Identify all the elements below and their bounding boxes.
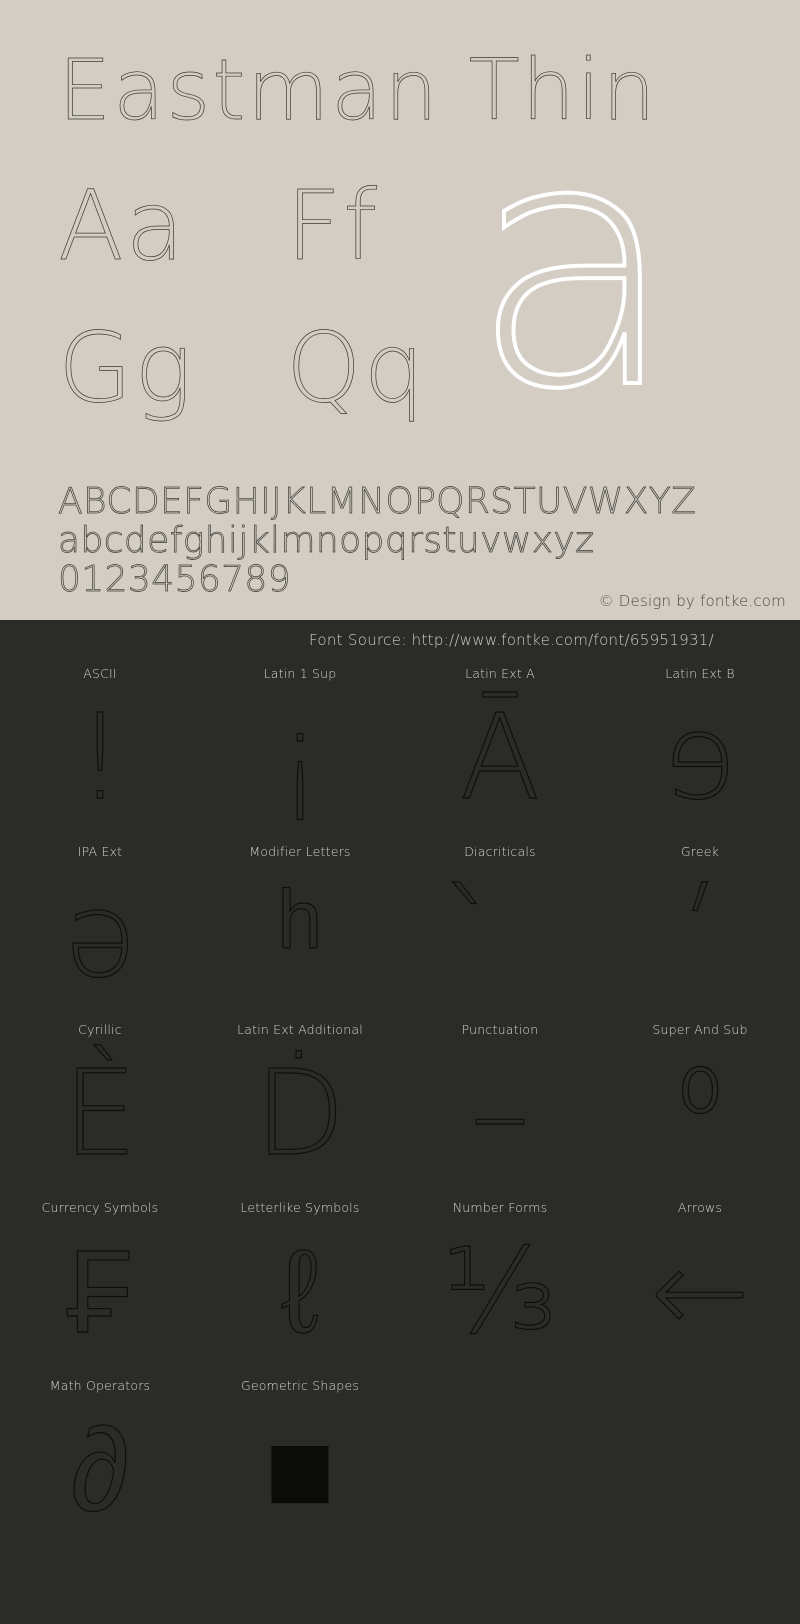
lowercase-alphabet: abcdefghijklmnopqrstuvwxyz: [58, 520, 595, 561]
sample-pair-ff: Ff: [286, 170, 380, 282]
sample-pair-aa: Aa: [58, 170, 187, 282]
unicode-block-glyph: –: [470, 1043, 530, 1182]
unicode-block-glyph: ʰ: [277, 865, 323, 1004]
unicode-block-cell: Currency Symbols ₣: [0, 1188, 200, 1366]
unicode-block-cell: Latin Ext B ɘ: [600, 654, 800, 832]
unicode-block-cell: Latin Ext A Ā: [400, 654, 600, 832]
unicode-block-label: Math Operators: [49, 1378, 151, 1393]
unicode-block-glyph: ə: [63, 865, 137, 1004]
unicode-block-label: Latin 1 Sup: [263, 666, 337, 681]
unicode-block-cell: [400, 1366, 600, 1544]
unicode-block-cell: IPA Ext ə: [0, 832, 200, 1010]
unicode-block-cell: Greek ʹ: [600, 832, 800, 1010]
unicode-block-label: Geometric Shapes: [240, 1378, 360, 1393]
unicode-block-cell: [600, 1366, 800, 1544]
sample-pair-gg: Gg: [58, 312, 194, 424]
unicode-block-glyph: ¡: [276, 687, 324, 826]
unicode-block-glyph: Ā: [459, 687, 541, 826]
unicode-block-label: Greek: [680, 844, 720, 859]
unicode-block-label: Punctuation: [461, 1022, 539, 1037]
unicode-block-glyph: ʹ: [683, 865, 717, 1004]
unicode-block-label: Currency Symbols: [41, 1200, 159, 1215]
unicode-block-glyph: ⅓: [442, 1221, 558, 1360]
font-source-link[interactable]: Font Source: http://www.fontke.com/font/…: [309, 631, 714, 649]
uppercase-alphabet: ABCDEFGHIJKLMNOPQRSTUVWXYZ: [58, 481, 697, 522]
unicode-block-glyph: Ḋ: [254, 1043, 346, 1182]
unicode-block-label: Cyrillic: [78, 1022, 122, 1037]
unicode-block-glyph: ɘ: [663, 687, 737, 826]
unicode-block-cell: Diacriticals̀: [400, 832, 600, 1010]
unicode-block-cell: Cyrillic Ѐ: [0, 1010, 200, 1188]
unicode-block-cell: ASCII!: [0, 654, 200, 832]
unicode-block-cell: Latin 1 Sup ¡: [200, 654, 400, 832]
sample-pair-qq: Qq: [286, 312, 427, 424]
unicode-block-cell: Punctuation –: [400, 1010, 600, 1188]
unicode-block-cell: Latin Ext Additional Ḋ: [200, 1010, 400, 1188]
unicode-block-cell: Modifier Letters ʰ: [200, 832, 400, 1010]
unicode-block-cell: Super And Sub ⁰: [600, 1010, 800, 1188]
unicode-block-glyph: ⁰: [676, 1043, 724, 1182]
unicode-block-label: Super And Sub: [652, 1022, 748, 1037]
unicode-block-label: Latin Ext Additional: [237, 1022, 363, 1037]
unicode-block-glyph: Ѐ: [62, 1043, 138, 1182]
unicode-block-cell: Arrows ←: [600, 1188, 800, 1366]
unicode-block-label: Modifier Letters: [249, 844, 351, 859]
font-name-title: Eastman Thin: [58, 41, 658, 139]
unicode-block-label: IPA Ext: [77, 844, 123, 859]
unicode-block-glyph: ←: [650, 1221, 750, 1360]
unicode-block-label: Letterlike Symbols: [240, 1200, 360, 1215]
unicode-block-cell: Geometric Shapes ■: [200, 1366, 400, 1544]
specimen-panel: Eastman Thin Aa Ff Gg Qq a ABCDEFGHIJKLM…: [0, 0, 800, 620]
watermark-glyph: a: [468, 68, 680, 464]
unicode-block-label: Latin Ext A: [465, 666, 535, 681]
unicode-block-glyph: ■: [264, 1400, 336, 1538]
unicode-block-cell: Math Operators ∂: [0, 1366, 200, 1544]
unicode-block-glyph: ₣: [67, 1221, 134, 1360]
unicode-block-glyph: ℓ: [280, 1221, 320, 1360]
unicode-block-grid: ASCII! Latin 1 Sup ¡ Latin Ext A Ā Latin Ext …: [0, 654, 800, 1544]
unicode-block-glyph: ̀: [400, 860, 600, 1010]
unicode-block-label: Number Forms: [452, 1200, 548, 1215]
unicode-block-cell: Letterlike Symbols ℓ: [200, 1188, 400, 1366]
unicode-block-glyph: ∂: [70, 1399, 130, 1538]
unicode-coverage-panel: Font Source: http://www.fontke.com/font/…: [0, 620, 800, 1624]
unicode-block-label: Diacriticals: [464, 844, 536, 859]
unicode-block-glyph: !: [76, 687, 124, 826]
unicode-block-label: Arrows: [677, 1200, 723, 1215]
unicode-block-cell: Number Forms ⅓: [400, 1188, 600, 1366]
unicode-block-label: Latin Ext B: [665, 666, 735, 681]
unicode-block-label: ASCII: [83, 666, 117, 681]
font-specimen-page: Eastman Thin Aa Ff Gg Qq a ABCDEFGHIJKLM…: [0, 0, 800, 1624]
digit-row: 0123456789: [58, 559, 292, 600]
copyright-notice: © Design by fontke.com: [598, 592, 786, 610]
